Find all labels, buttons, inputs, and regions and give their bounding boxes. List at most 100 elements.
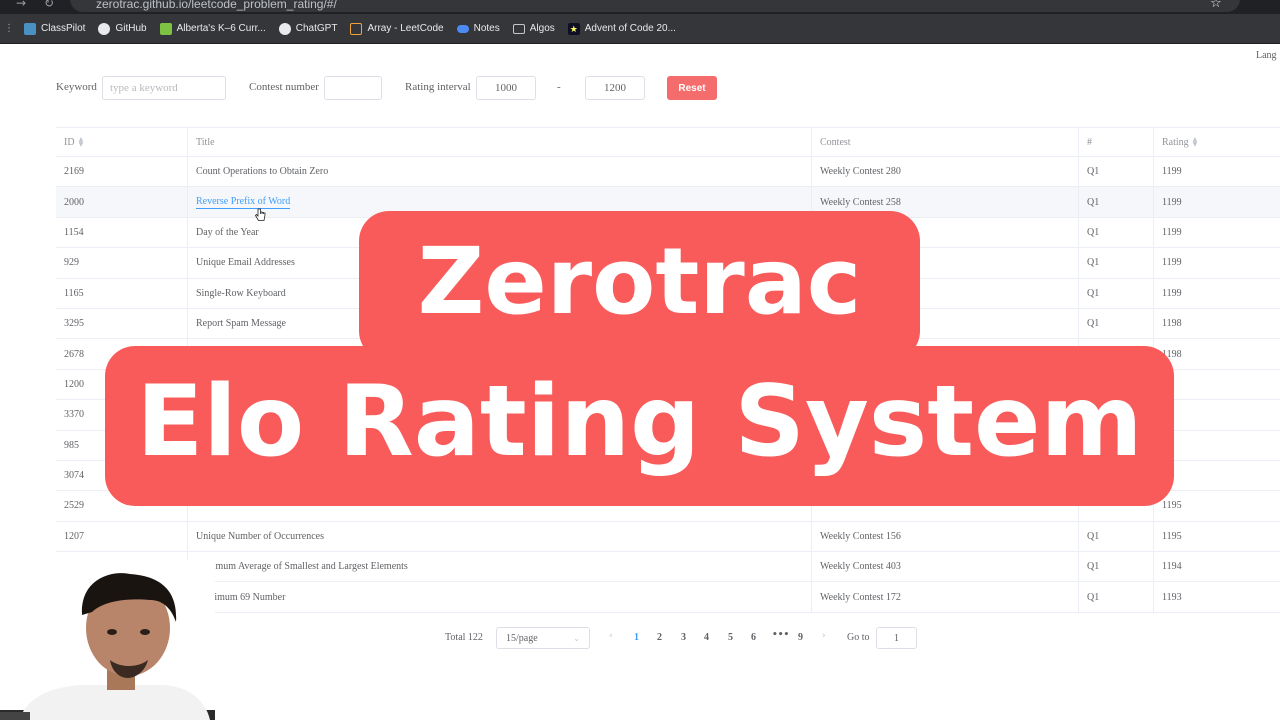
problem-question-number: Q1 [1087,318,1100,330]
problem-id: 985 [64,439,79,451]
next-page-icon[interactable]: › [822,631,826,641]
bookmark-label: GitHub [115,23,147,34]
page-size-select[interactable]: 15/page ⌄ [496,627,590,649]
apps-grip-icon[interactable]: ⋮ [4,23,14,34]
problem-title[interactable]: Unique Number of Occurrences [196,531,324,542]
problem-title[interactable]: Unique Email Addresses [196,257,295,268]
problem-rating-cell: 1194 [1153,552,1280,582]
bookmarks-bar: ⋮ ClassPilot GitHub Alberta's K–6 Curr..… [0,14,1280,44]
bookmark-alberta[interactable]: Alberta's K–6 Curr... [159,22,266,35]
page-number-6[interactable]: 6 [751,632,756,643]
page-number-last[interactable]: 9 [798,632,803,643]
problem-id-cell: 1207 [56,521,188,552]
advent-icon: ★ [567,22,580,35]
keyword-input[interactable] [102,76,226,100]
keyword-label: Keyword [56,81,97,93]
bookmark-label: Notes [473,23,500,34]
problem-question-number-cell: Q1 [1078,217,1153,248]
goto-page-input[interactable] [876,627,917,649]
problem-contest: Weekly Contest 258 [820,196,901,208]
reload-icon[interactable]: ↻ [44,0,54,10]
problem-title[interactable]: Minimum Average of Smallest and Largest … [196,561,408,572]
bookmark-notes[interactable]: Notes [456,23,500,34]
bookmark-advent-of-code[interactable]: ★ Advent of Code 20... [567,22,676,35]
page-number-1[interactable]: 1 [634,632,639,643]
problem-id: 1207 [64,530,84,542]
problem-id-cell: 1154 [56,217,188,248]
bookmark-label: Array - LeetCode [367,23,444,34]
page-number-3[interactable]: 3 [681,632,686,643]
problem-rating-cell: 1199 [1153,248,1280,278]
table-row[interactable]: 2169 Count Operations to Obtain Zero Weekl… [56,157,1280,188]
forward-icon[interactable]: → [16,0,26,10]
problem-rating: 1194 [1162,561,1182,573]
problem-contest: Weekly Contest 156 [820,530,901,542]
language-selector[interactable]: Lang [1256,50,1277,61]
bookmark-star-icon[interactable]: ☆ [1210,0,1222,11]
page-number-4[interactable]: 4 [704,632,709,643]
problem-id: 1200 [64,378,84,390]
problem-title[interactable]: Single-Row Keyboard [196,288,286,299]
rating-max-input[interactable] [585,76,645,100]
problem-id: 2529 [64,500,84,512]
problem-title[interactable]: Count Operations to Obtain Zero [196,166,328,177]
table-row[interactable]: 1207 Unique Number of Occurrences Weekly C… [56,521,1280,553]
bookmark-github[interactable]: GitHub [98,22,147,35]
contest-number-label: Contest number [249,81,319,93]
reset-button[interactable]: Reset [667,76,717,100]
problem-contest-cell: Weekly Contest 156 [811,521,1078,552]
prev-page-icon[interactable]: ‹ [609,631,613,641]
rating-min-input[interactable] [476,76,536,100]
problem-question-number-cell: Q1 [1078,552,1153,582]
problem-rating: 1193 [1162,591,1182,603]
column-header-id[interactable]: ID ▲ ▼ [56,128,188,156]
column-header-label: # [1087,136,1092,148]
bookmark-label: Algos [529,23,555,34]
column-header-title: Title [188,128,811,156]
problem-id: 2169 [64,166,84,178]
page-number-2[interactable]: 2 [657,632,662,643]
bookmark-label: Advent of Code 20... [584,23,676,34]
problem-rating-cell: 1199 [1153,217,1280,248]
page-number-5[interactable]: 5 [728,632,733,643]
problem-rating: 1195 [1162,530,1182,542]
bookmark-chatgpt[interactable]: ChatGPT [278,22,337,35]
column-header-rating[interactable]: Rating ▲ ▼ [1153,128,1280,156]
table-row[interactable]: 3194Minimum Average of Smallest and Larg… [56,552,1280,583]
page-size-value: 15/page [506,632,538,644]
address-bar-url[interactable]: zerotrac.github.io/leetcode_problem_rati… [96,0,337,11]
problem-rating: 1199 [1162,257,1182,269]
problem-question-number-cell: Q1 [1078,278,1153,308]
more-pages-icon[interactable]: ••• [772,630,789,640]
problem-title[interactable]: Day of the Year [196,227,259,238]
problem-question-number: Q1 [1087,591,1100,603]
bookmark-algos[interactable]: Algos [512,23,555,34]
problem-id: 3370 [64,409,84,421]
chatgpt-icon [278,22,291,35]
bookmark-classpilot[interactable]: ClassPilot [24,22,85,35]
filter-bar: Keyword Contest number Rating interval -… [56,76,736,100]
problem-title-cell: Minimum Average of Smallest and Largest … [188,552,811,581]
problem-contest-cell: Weekly Contest 403 [811,552,1078,582]
github-icon [98,22,111,35]
problem-contest: Weekly Contest 172 [820,591,901,603]
table-row[interactable]: 1323Maximum 69 NumberWeekly Contest 172Q… [56,582,1280,613]
overlay-title-line-2: Elo Rating System [136,365,1143,479]
problem-rating-cell: 1195 [1153,521,1280,552]
sort-icon[interactable]: ▲ ▼ [79,137,84,148]
problem-question-number-cell: Q1 [1078,521,1153,552]
problem-id-cell: 2000 [56,187,188,217]
problem-rating: 1199 [1162,196,1182,208]
overlay-title-line-1: Zerotrac [417,228,862,335]
problem-id: 3074 [64,470,84,482]
bookmark-leetcode-array[interactable]: Array - LeetCode [350,22,444,35]
column-header-label: Rating [1162,136,1189,148]
problem-title[interactable]: Reverse Prefix of Word [196,196,291,209]
sort-icon[interactable]: ▲ ▼ [1193,137,1198,148]
problem-title[interactable]: Report Spam Message [196,318,286,329]
table-header-row: ID ▲ ▼ Title Contest # Rating ▲ ▼ [56,128,1280,157]
pagination: Total 122 15/page ⌄ ‹ 1 2 3 4 5 6 ••• 9 ›… [445,627,925,649]
problem-rating-cell: 1198 [1153,308,1280,339]
contest-number-input[interactable] [324,76,382,100]
leetcode-icon [350,22,363,35]
